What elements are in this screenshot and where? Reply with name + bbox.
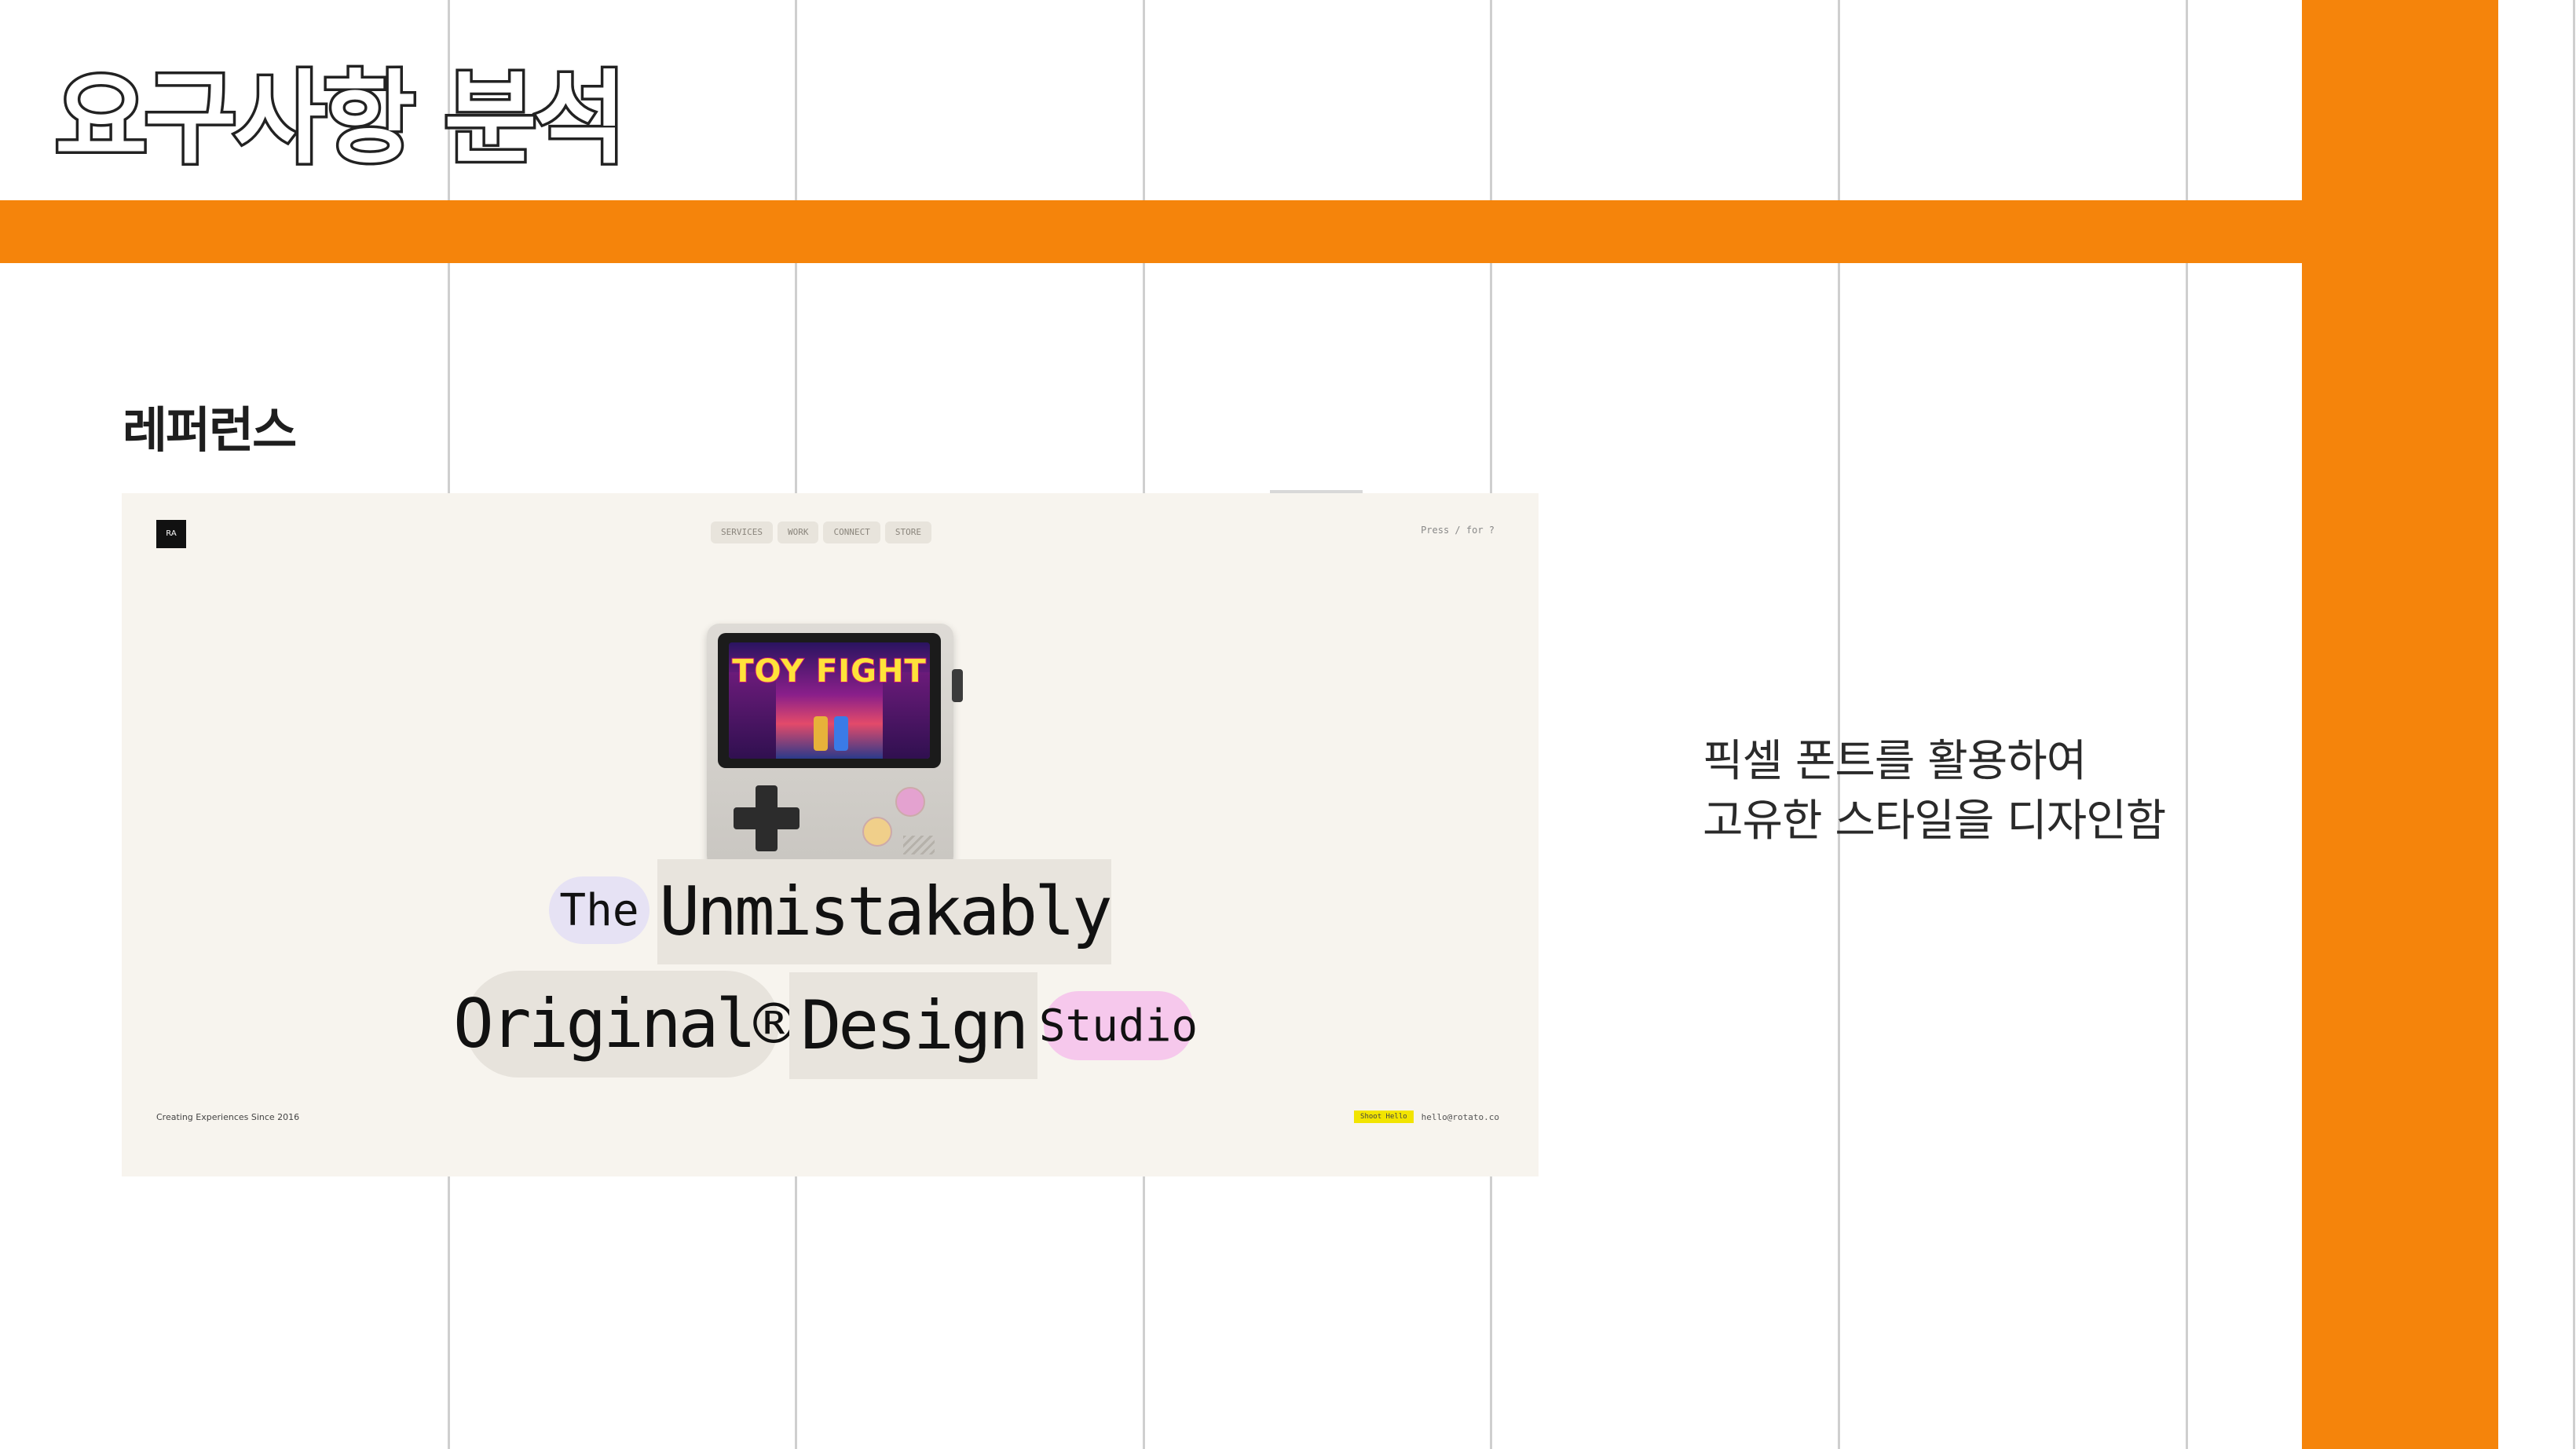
hero-word-design: Design bbox=[789, 972, 1037, 1079]
description-line: 고유한 스타일을 디자인함 bbox=[1703, 796, 2166, 847]
nav-item-store[interactable]: STORE bbox=[884, 521, 931, 543]
right-margin bbox=[2498, 0, 2576, 1449]
header-accent-bar bbox=[0, 200, 2302, 263]
console-button-a bbox=[895, 787, 925, 817]
reference-footer-tagline: Creating Experiences Since 2016 bbox=[156, 1112, 300, 1122]
reference-nav: SERVICES WORK CONNECT STORE bbox=[711, 521, 931, 543]
game-title: TOY FIGHT bbox=[731, 653, 927, 690]
section-label: 레퍼런스 bbox=[123, 401, 297, 459]
side-accent-bar bbox=[2302, 0, 2498, 1449]
description-line: 픽셀 폰트를 활용하여 bbox=[1703, 736, 2087, 787]
console-knob bbox=[952, 669, 963, 702]
dpad-icon bbox=[756, 785, 778, 851]
handheld-console-image: TOY FIGHT bbox=[707, 624, 963, 869]
nav-item-work[interactable]: WORK bbox=[777, 521, 819, 543]
footer-email-link[interactable]: hello@rotato.co bbox=[1422, 1112, 1499, 1122]
console-button-b bbox=[862, 817, 892, 847]
description: 픽셀 폰트를 활용하여 고유한 스타일을 디자인함 bbox=[1703, 732, 2166, 851]
hero-word-the: The bbox=[549, 876, 649, 944]
game-artwork: TOY FIGHT bbox=[729, 642, 930, 759]
nav-item-connect[interactable]: CONNECT bbox=[823, 521, 880, 543]
slide-title: 요구사항 분석 bbox=[52, 58, 628, 181]
hero-word-studio: Studio bbox=[1039, 991, 1198, 1060]
reference-screenshot: RA SERVICES WORK CONNECT STORE Press / f… bbox=[122, 493, 1539, 1176]
console-screen: TOY FIGHT bbox=[718, 633, 941, 768]
artwork-fighter bbox=[834, 716, 848, 751]
hero-word-unmistakably: Unmistakably bbox=[657, 859, 1113, 964]
artwork-fighter bbox=[814, 716, 828, 751]
hero-word-original: Original® bbox=[453, 971, 794, 1078]
reference-logo: RA bbox=[156, 520, 186, 548]
reference-footer-contact: Shoot Hello hello@rotato.co bbox=[1354, 1111, 1499, 1123]
grid-line bbox=[2573, 0, 2575, 1449]
footer-tag[interactable]: Shoot Hello bbox=[1354, 1111, 1414, 1123]
reference-corner-hint: Press / for ? bbox=[1421, 525, 1495, 536]
nav-item-services[interactable]: SERVICES bbox=[711, 521, 773, 543]
speaker-grille bbox=[903, 836, 935, 854]
